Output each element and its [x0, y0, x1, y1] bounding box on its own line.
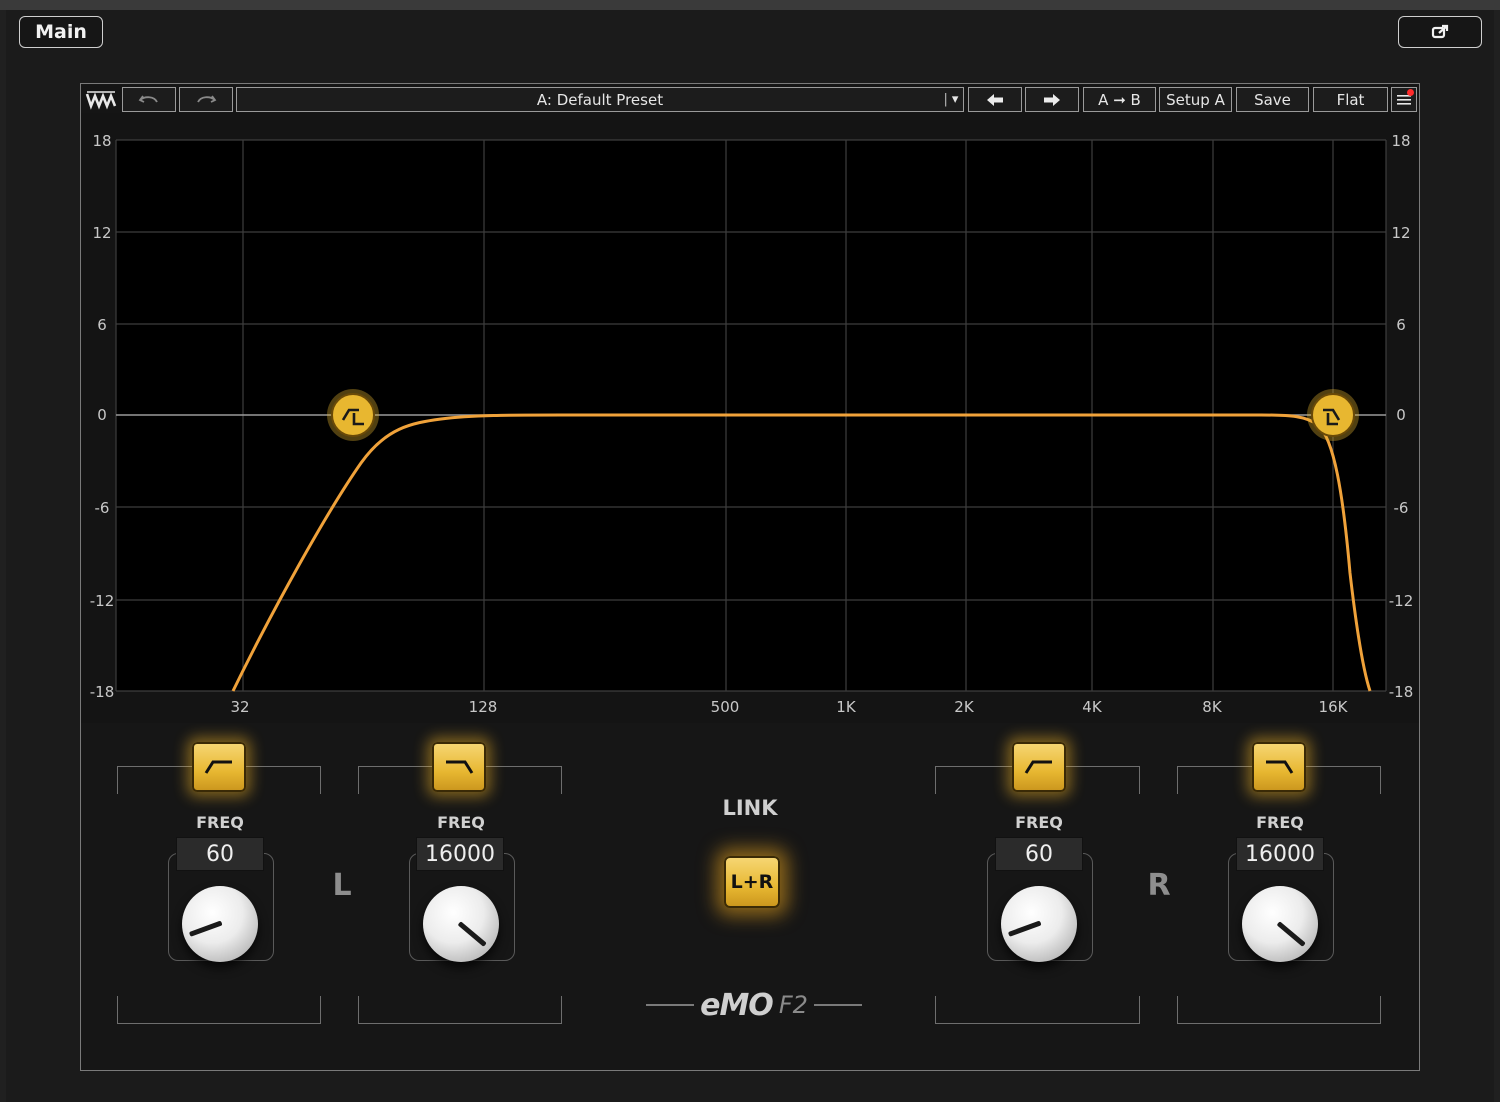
brand-rule	[813, 1004, 862, 1006]
brand-mark: eMO	[700, 987, 774, 1023]
arrow-right-icon	[1044, 93, 1060, 106]
notification-dot	[1407, 89, 1414, 96]
left-lowcut-freq-knob[interactable]	[182, 886, 258, 962]
y-axis-label: 0	[97, 406, 107, 424]
low-cut-handle[interactable]	[327, 389, 379, 441]
chevron-down-icon: ▾	[951, 92, 959, 107]
high-cut-handle[interactable]	[1307, 389, 1359, 441]
link-lr-button[interactable]: L+R	[724, 856, 780, 908]
main-tab[interactable]: Main	[19, 16, 103, 48]
right-lowcut-freq-field[interactable]: 60	[995, 837, 1083, 871]
left-lowcut-freq-field[interactable]: 60	[176, 837, 264, 871]
setup-button[interactable]: Setup A	[1159, 87, 1232, 112]
right-highcut-freq-field[interactable]: 16000	[1236, 837, 1324, 871]
brand-rule	[646, 1004, 695, 1006]
preset-name: A: Default Preset	[536, 90, 664, 109]
band-frame-bottom	[358, 996, 562, 1024]
prev-preset-button[interactable]	[968, 87, 1022, 112]
menu-button[interactable]	[1391, 87, 1417, 112]
freq-label: FREQ	[1015, 813, 1063, 832]
popout-icon	[1431, 24, 1449, 39]
knob-pointer	[188, 920, 223, 937]
y-axis-label: -12	[89, 592, 115, 610]
undo-icon	[138, 94, 158, 103]
freq-label: FREQ	[1256, 813, 1304, 832]
brand-logo: eMO F2	[636, 986, 872, 1024]
freq-label: FREQ	[437, 813, 485, 832]
left-channel-label: L	[332, 868, 352, 903]
x-axis-label: 500	[710, 698, 740, 716]
high-pass-icon	[1024, 760, 1052, 774]
save-button[interactable]: Save	[1236, 87, 1309, 112]
waves-logo-icon[interactable]	[84, 87, 118, 112]
next-preset-button[interactable]	[1025, 87, 1079, 112]
freq-label: FREQ	[196, 813, 244, 832]
y-axis-label-right: -18	[1388, 683, 1414, 701]
preset-dropdown-arrow[interactable]: | ▾	[938, 87, 964, 112]
flat-button[interactable]: Flat	[1313, 87, 1388, 112]
right-highcut-freq-knob[interactable]	[1242, 886, 1318, 962]
undo-button[interactable]	[122, 87, 176, 112]
right-channel-label: R	[1147, 868, 1171, 903]
host-top-bar	[0, 0, 1500, 10]
x-axis-label: 8K	[1202, 698, 1222, 716]
eq-graph[interactable]	[81, 113, 1419, 723]
x-axis-label: 2K	[954, 698, 974, 716]
low-pass-icon	[1266, 760, 1294, 774]
preset-arrow-divider: |	[943, 92, 948, 107]
preset-selector[interactable]: A: Default Preset	[236, 87, 964, 112]
y-axis-label: 18	[92, 132, 112, 150]
redo-button[interactable]	[179, 87, 233, 112]
band-frame-bottom	[935, 996, 1140, 1024]
y-axis-label: -6	[94, 499, 110, 517]
arrow-left-icon	[987, 93, 1003, 106]
left-lowpass-button[interactable]	[432, 742, 486, 792]
x-axis-label: 4K	[1082, 698, 1102, 716]
link-label: LINK	[722, 796, 778, 820]
high-pass-icon	[204, 760, 232, 774]
x-axis-label: 16K	[1318, 698, 1348, 716]
knob-pointer	[1276, 921, 1306, 947]
right-lowpass-button[interactable]	[1252, 742, 1306, 792]
y-axis-label-right: 6	[1396, 316, 1406, 334]
y-axis-label-right: 18	[1391, 132, 1411, 150]
right-highpass-button[interactable]	[1012, 742, 1066, 792]
left-highcut-freq-field[interactable]: 16000	[416, 837, 504, 871]
band-frame-bottom	[117, 996, 321, 1024]
brand-sub: F2	[778, 991, 808, 1019]
y-axis-label-right: 12	[1391, 224, 1411, 242]
y-axis-label-right: 0	[1396, 406, 1406, 424]
x-axis-label: 128	[468, 698, 498, 716]
right-lowcut-freq-knob[interactable]	[1001, 886, 1077, 962]
x-axis-label: 1K	[836, 698, 856, 716]
y-axis-label-right: -6	[1393, 499, 1409, 517]
low-pass-icon	[446, 760, 474, 774]
y-axis-label: 12	[92, 224, 112, 242]
ab-compare-button[interactable]: A ➞ B	[1083, 87, 1156, 112]
knob-pointer	[1007, 920, 1042, 937]
knob-pointer	[457, 921, 487, 947]
y-axis-label-right: -12	[1388, 592, 1414, 610]
y-axis-label: 6	[97, 316, 107, 334]
left-highpass-button[interactable]	[192, 742, 246, 792]
band-frame-bottom	[1177, 996, 1381, 1024]
redo-icon	[197, 94, 217, 103]
popout-button[interactable]	[1398, 16, 1482, 48]
x-axis-label: 32	[230, 698, 250, 716]
y-axis-label: -18	[89, 683, 115, 701]
left-highcut-freq-knob[interactable]	[423, 886, 499, 962]
